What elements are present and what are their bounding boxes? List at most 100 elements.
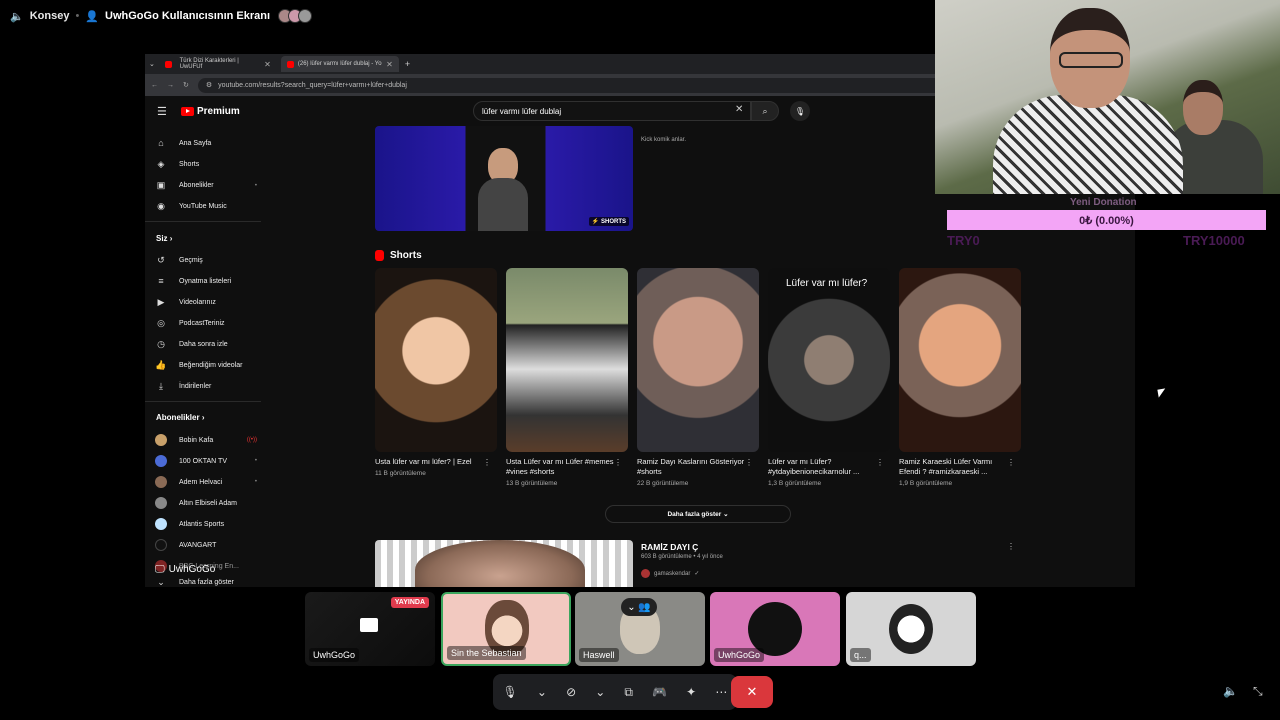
sidebar-item-liked-videos[interactable]: 👍 Beğendiğim videolar (155, 360, 255, 371)
sidebar-item-podcasts[interactable]: ◎ PodcastTeriniz (155, 318, 255, 329)
activity-icon[interactable]: 🎮 (652, 685, 667, 699)
shorts-thumbnail[interactable] (506, 268, 628, 452)
youtube-logo[interactable]: Premium (181, 106, 240, 117)
site-info-icon[interactable]: ⚙ (206, 81, 212, 89)
history-icon: ↺ (157, 255, 165, 265)
download-icon: ⤓ (159, 381, 163, 391)
soundboard-icon[interactable]: ✦ (686, 685, 696, 699)
clock-icon: ◷ (157, 339, 165, 349)
sidebar-channel[interactable]: Bobin Kafa ((•)) (155, 434, 257, 446)
sidebar-show-more[interactable]: ⌄ Daha fazla göster (155, 577, 255, 587)
video-thumbnail[interactable] (375, 540, 633, 587)
mic-icon[interactable]: 🎙 (503, 685, 518, 699)
avatar (155, 497, 167, 509)
reload-icon[interactable]: ↻ (183, 81, 189, 89)
shorts-card[interactable]: Ramiz Dayı Kaslarını Gösteriyor #shorts … (637, 268, 759, 487)
close-icon[interactable]: ✕ (264, 60, 271, 69)
sidebar-channel[interactable]: 100 OKTAN TV • (155, 455, 257, 467)
sidebar-subs-header[interactable]: Abonelikler › (156, 413, 204, 422)
divider (145, 401, 261, 402)
back-icon[interactable]: ← (151, 82, 158, 89)
chevron-down-icon[interactable]: ⌄ (595, 685, 605, 699)
shorts-thumbnail[interactable] (375, 268, 497, 452)
shorts-icon: ◈ (157, 159, 165, 169)
camera-off-icon[interactable]: ⊘ (566, 685, 576, 699)
podcast-icon: ◎ (157, 318, 165, 328)
leave-call-button[interactable]: ✕ (731, 676, 773, 708)
shorts-thumbnail[interactable]: Lüfer var mı lüfer? (768, 268, 890, 452)
chevron-down-icon[interactable]: ⌄ (537, 685, 547, 699)
tab-title: Türk Dizi Karakterleri | UwUFUf (179, 58, 239, 70)
more-vert-icon[interactable]: ⋮ (1007, 458, 1015, 467)
shorts-icon (375, 250, 384, 261)
video-channel[interactable]: gamaskendar ✓ (641, 569, 699, 578)
sidebar-item-watch-later[interactable]: ◷ Daha sonra izle (155, 339, 255, 350)
more-vert-icon[interactable]: ⋮ (614, 458, 622, 467)
sidebar-item-downloads[interactable]: ⤓ İndirilenler (155, 381, 255, 392)
sidebar-you-header[interactable]: Siz › (156, 234, 172, 243)
sidebar-item-youtube-music[interactable]: ◉ YouTube Music (155, 201, 255, 212)
participant-tile[interactable]: Sin the Sebastian (441, 592, 571, 666)
voice-search-button[interactable]: 🎙 (790, 101, 810, 121)
sidebar-item-home[interactable]: ⌂ Ana Sayfa (155, 138, 255, 148)
sidebar-channel[interactable]: Adem Helvaci • (155, 476, 257, 488)
youtube-favicon-icon (286, 60, 294, 68)
participant-tile[interactable]: YAYINDA UwhGoGo (305, 592, 435, 666)
avatar (155, 476, 167, 488)
more-vert-icon[interactable]: ⋮ (876, 458, 884, 467)
shorts-card[interactable]: Usta Lüfer var mı Lüfer #memes #vines #s… (506, 268, 628, 487)
shorts-thumbnail[interactable] (899, 268, 1021, 452)
glasses (1059, 52, 1123, 68)
video-thumbnail[interactable]: ⚡ SHORTS (375, 126, 633, 231)
shorts-card[interactable]: Lüfer var mı lüfer? Lüfer var mı Lüfer? … (768, 268, 890, 487)
more-vert-icon[interactable]: ⋮ (1007, 542, 1015, 551)
close-icon[interactable]: ✕ (386, 60, 393, 69)
participant-name: q... (850, 648, 871, 662)
browser-tab-active[interactable]: (26) lüfer varmı lüfer dublaj - Yo ✕ (280, 56, 399, 72)
browser-tab[interactable]: Türk Dizi Karakterleri | UwUFUf ✕ (159, 56, 277, 72)
search-button[interactable]: ⌕ (751, 101, 779, 121)
tab-search-icon[interactable]: ⌄ (149, 60, 155, 68)
more-vert-icon[interactable]: ⋮ (483, 458, 491, 467)
speaker-icon: 🔈 (10, 10, 24, 23)
sidebar-channel[interactable]: Atlantis Sports (155, 518, 255, 530)
sidebar-item-shorts[interactable]: ◈ Shorts (155, 159, 255, 170)
new-tab-icon[interactable]: + (405, 59, 410, 69)
sidebar-item-history[interactable]: ↺ Geçmiş (155, 255, 255, 266)
search-input[interactable]: lüfer varmı lüfer dublaj (473, 101, 751, 121)
video-title[interactable]: RAMİZ DAYI Ç (641, 542, 698, 552)
sidebar-item-your-videos[interactable]: ▶ Videolarınız (155, 297, 255, 308)
shorts-thumbnail[interactable] (637, 268, 759, 452)
sidebar-channel[interactable]: AVANGART (155, 539, 255, 551)
show-more-button[interactable]: Daha fazla göster ⌄ (605, 505, 791, 523)
shorts-card[interactable]: Ramiz Karaeski Lüfer Varmı Efendi ? #ram… (899, 268, 1021, 487)
volume-icon[interactable]: 🔈 (1223, 684, 1238, 698)
more-icon[interactable]: ⋯ (715, 685, 727, 699)
sidebar-channel[interactable]: Altın Elbiseli Adam (155, 497, 255, 509)
avatar (155, 434, 167, 446)
new-dot-icon: • (254, 182, 257, 189)
home-icon: ⌂ (158, 138, 164, 148)
screen-share-icon[interactable]: ⧉ (624, 685, 633, 700)
avatar (155, 455, 167, 467)
clear-icon[interactable]: ✕ (735, 104, 743, 115)
live-indicator-icon: ((•)) (246, 437, 257, 443)
more-vert-icon[interactable]: ⋮ (745, 458, 753, 467)
participant-tile[interactable]: UwhGoGo (710, 592, 840, 666)
forward-icon[interactable]: → (167, 82, 174, 89)
sidebar-item-playlists[interactable]: ≡ Oynatma listeleri (155, 276, 255, 286)
participant-tile[interactable]: q... (846, 592, 976, 666)
new-dot-icon: • (254, 458, 257, 464)
person-head (1183, 80, 1223, 135)
voice-channel-name[interactable]: Konsey (30, 10, 70, 22)
sidebar-item-subscriptions[interactable]: ▣ Abonelikler • (155, 180, 257, 191)
chevron-right-icon: › (201, 413, 205, 422)
verified-icon: ✓ (694, 571, 700, 577)
discord-topbar: 🔈 Konsey • 👤 UwhGoGo Kullanıcısının Ekra… (0, 0, 935, 32)
menu-icon[interactable]: ☰ (157, 105, 167, 118)
shorts-card[interactable]: Usta lüfer var mı lüfer? | Ezel 11 B gör… (375, 268, 497, 477)
add-friend-icon[interactable]: ⌄ 👥 (621, 598, 657, 616)
viewer-avatars[interactable] (278, 9, 313, 23)
participant-tile[interactable]: ⌄ 👥 Haswell (575, 592, 705, 666)
exit-fullscreen-icon[interactable]: ⤡ (1253, 684, 1263, 699)
